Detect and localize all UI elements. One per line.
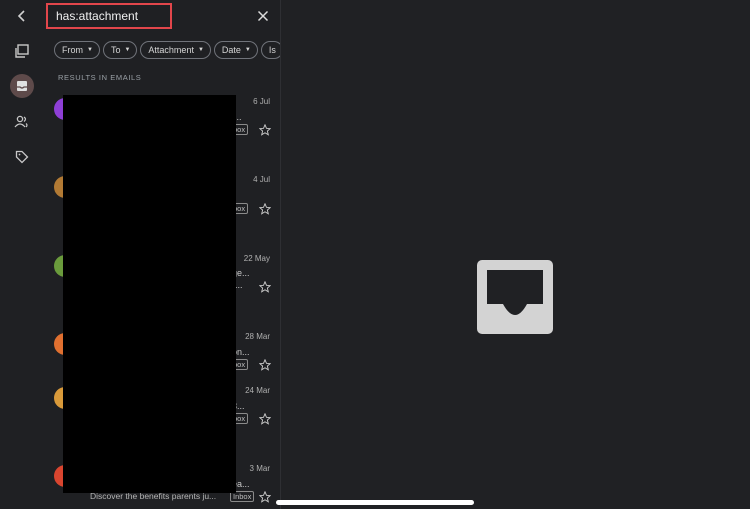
star-outline-icon[interactable] bbox=[258, 202, 272, 215]
filter-chip-to[interactable]: To ▼ bbox=[102, 41, 138, 59]
email-date: 6 Jul bbox=[253, 97, 270, 106]
star-outline-icon[interactable] bbox=[258, 358, 272, 371]
mail-stack-icon[interactable] bbox=[11, 40, 33, 62]
redaction-block bbox=[63, 95, 236, 493]
email-date: 4 Jul bbox=[253, 175, 270, 184]
filter-chip-is[interactable]: Is bbox=[260, 41, 280, 59]
close-icon[interactable] bbox=[255, 8, 271, 24]
filter-chips: From ▼ To ▼ Attachment ▼ Date ▼ Is bbox=[54, 41, 280, 61]
chevron-left-icon[interactable] bbox=[11, 5, 33, 27]
filter-chip-date[interactable]: Date ▼ bbox=[213, 41, 258, 59]
star-outline-icon[interactable] bbox=[258, 412, 272, 425]
search-query: has:attachment bbox=[56, 9, 139, 23]
star-outline-icon[interactable] bbox=[258, 490, 272, 503]
inbox-tray-icon bbox=[477, 260, 553, 334]
star-outline-icon[interactable] bbox=[258, 123, 272, 136]
reading-pane bbox=[281, 0, 750, 509]
home-indicator[interactable] bbox=[276, 500, 474, 505]
filter-chip-from[interactable]: From ▼ bbox=[54, 41, 100, 59]
navigation-rail bbox=[0, 0, 44, 509]
email-date: 24 Mar bbox=[245, 386, 270, 395]
label-tag-icon[interactable] bbox=[11, 146, 33, 168]
inbox-icon[interactable] bbox=[10, 74, 34, 98]
email-date: 28 Mar bbox=[245, 332, 270, 341]
contacts-icon[interactable] bbox=[11, 111, 33, 133]
email-date: 3 Mar bbox=[249, 464, 270, 473]
star-outline-icon[interactable] bbox=[258, 280, 272, 293]
search-input[interactable]: has:attachment bbox=[46, 3, 172, 29]
section-label: RESULTS IN EMAILS bbox=[58, 73, 142, 82]
filter-chip-attachment[interactable]: Attachment ▼ bbox=[140, 41, 211, 59]
email-date: 22 May bbox=[243, 254, 270, 263]
